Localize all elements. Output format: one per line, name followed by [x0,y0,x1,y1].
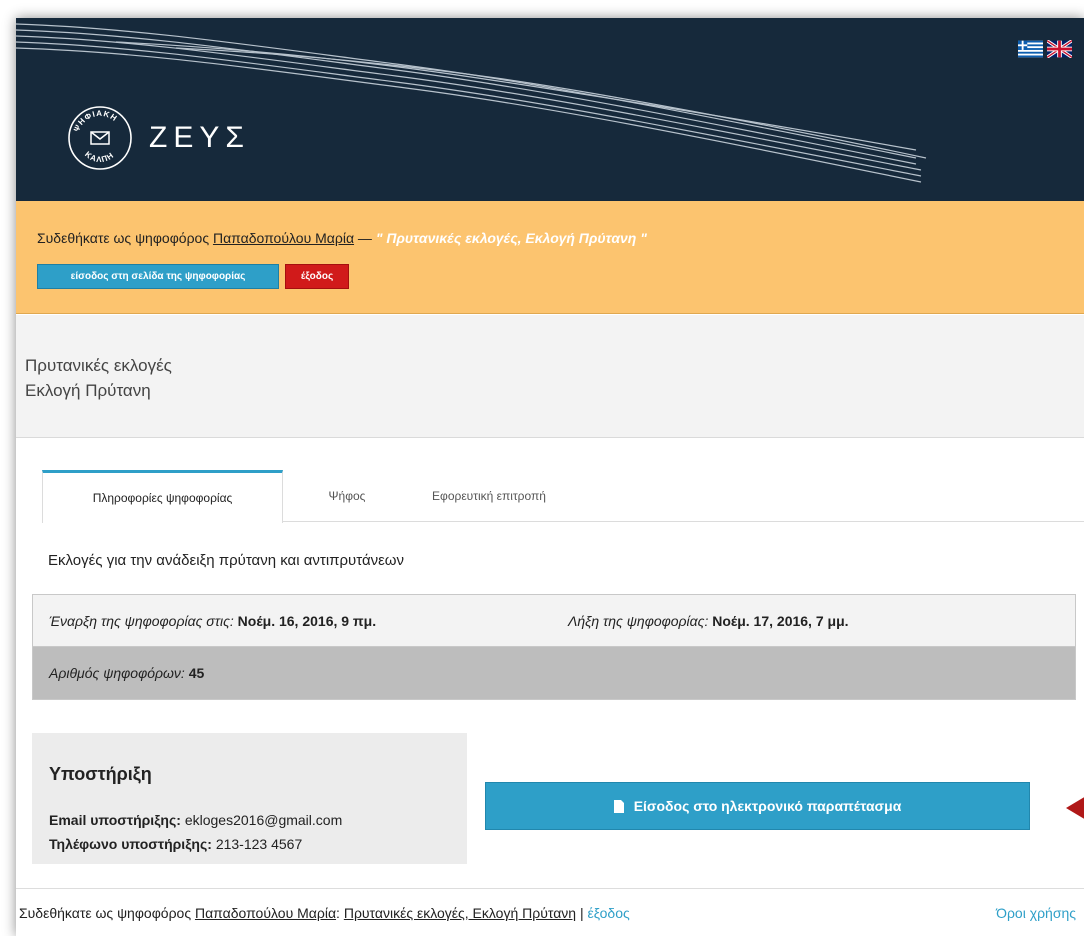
tab-election-committee[interactable]: Εφορευτική επιτροπή [404,470,574,522]
support-phone-label: Τηλέφωνο υποστήριξης: [49,836,212,852]
support-email-value: ekloges2016@gmail.com [184,812,343,828]
zeus-logo-icon: ΨΗΦΙΑΚΗ ΚΑΛΠΗ [68,106,132,170]
footer-election-link[interactable]: Πρυτανικές εκλογές, Εκλογή Πρύτανη [344,905,576,921]
header-wave-decoration [16,23,927,183]
voters-count: Αριθμός ψηφοφόρων: 45 [49,665,204,681]
notice-voter-link[interactable]: Παπαδοπούλου Μαρία [213,230,354,246]
svg-text:ΨΗΦΙΑΚΗ: ΨΗΦΙΑΚΗ [72,109,119,133]
language-switcher [1018,40,1072,58]
login-notice-bar: Συδεθήκατε ως ψηφοφόρος Παπαδοπούλου Μαρ… [16,201,1084,314]
poll-start-value: Νοέμ. 16, 2016, 9 πμ. [237,613,377,629]
svg-text:ΚΑΛΠΗ: ΚΑΛΠΗ [83,150,116,164]
poll-start: Έναρξη της ψηφοφορίας στις: Νοέμ. 16, 20… [49,613,376,629]
greek-flag-icon[interactable] [1018,40,1043,58]
poll-title: Εκλογή Πρύτανη [25,381,151,400]
footer-voter-link[interactable]: Παπαδοπούλου Μαρία [195,905,336,921]
voters-label: Αριθμός ψηφοφόρων: [49,665,185,681]
notice-prefix: Συδεθήκατε ως ψηφοφόρος [37,230,210,246]
election-title-band: Πρυτανικές εκλογές Εκλογή Πρύτανη [16,315,1084,438]
voters-row: Αριθμός ψηφοφόρων: 45 [33,647,1075,699]
election-title: Πρυτανικές εκλογές [25,356,172,375]
voters-value: 45 [188,665,205,681]
poll-end: Λήξη της ψηφοφορίας: Νοέμ. 17, 2016, 7 μ… [568,613,849,629]
notice-actions: είσοδος στη σελίδα της ψηφοφορίας έξοδος [37,264,349,289]
support-phone-value: 213-123 4567 [215,836,303,852]
poll-end-value: Νοέμ. 17, 2016, 7 μμ. [712,613,849,629]
support-email: Email υποστήριξης: ekloges2016@gmail.com [49,812,342,828]
logout-button[interactable]: έξοδος [285,264,349,289]
voting-booth-label: Είσοδος στο ηλεκτρονικό παραπέτασμα [633,798,902,814]
footer-colon: : [336,905,344,921]
uk-flag-icon[interactable] [1047,40,1072,58]
footer-separator: | [576,905,588,921]
tab-poll-info[interactable]: Πληροφορίες ψηφοφορίας [42,470,283,523]
pointer-arrow-icon [1066,797,1084,819]
site-header: ΨΗΦΙΑΚΗ ΚΑΛΠΗ ΖΕΥΣ [16,18,1084,201]
terms-of-use-link[interactable]: Όροι χρήσης [996,905,1076,921]
poll-start-label: Έναρξη της ψηφοφορίας στις: [49,613,234,629]
support-box: Υποστήριξη Email υποστήριξης: ekloges201… [32,733,467,864]
enter-poll-page-button[interactable]: είσοδος στη σελίδα της ψηφοφορίας [37,264,279,289]
poll-end-label: Λήξη της ψηφοφορίας: [568,613,709,629]
poll-description: Εκλογές για την ανάδειξη πρύτανη και αντ… [48,552,405,569]
notice-election-name: " Πρυτανικές εκλογές, Εκλογή Πρύτανη " [375,230,647,246]
footer-prefix: Συδεθήκατε ως ψηφοφόρος [19,905,192,921]
document-icon [613,799,624,813]
footer-login-info: Συδεθήκατε ως ψηφοφόρος Παπαδοπούλου Μαρ… [19,905,630,921]
tab-vote[interactable]: Ψήφος [312,470,382,522]
support-phone: Τηλέφωνο υποστήριξης: 213-123 4567 [49,836,302,852]
poll-dates-row: Έναρξη της ψηφοφορίας στις: Νοέμ. 16, 20… [33,595,1075,647]
brand-name[interactable]: ΖΕΥΣ [149,121,250,155]
support-title: Υποστήριξη [49,764,152,784]
support-email-label: Email υποστήριξης: [49,812,181,828]
browser-frame: ΨΗΦΙΑΚΗ ΚΑΛΠΗ ΖΕΥΣ Συδεθήκατε ως ψηφοφόρ… [16,18,1084,936]
footer-logout-link[interactable]: έξοδος [588,905,630,921]
notice-dash: — [354,230,376,246]
enter-voting-booth-button[interactable]: Είσοδος στο ηλεκτρονικό παραπέτασμα [485,782,1030,830]
site-footer: Συδεθήκατε ως ψηφοφόρος Παπαδοπούλου Μαρ… [16,888,1084,936]
login-notice-text: Συδεθήκατε ως ψηφοφόρος Παπαδοπούλου Μαρ… [37,230,647,246]
poll-tabs: Πληροφορίες ψηφοφορίας Ψήφος Εφορευτική … [42,470,1084,523]
poll-info-table: Έναρξη της ψηφοφορίας στις: Νοέμ. 16, 20… [32,594,1076,700]
